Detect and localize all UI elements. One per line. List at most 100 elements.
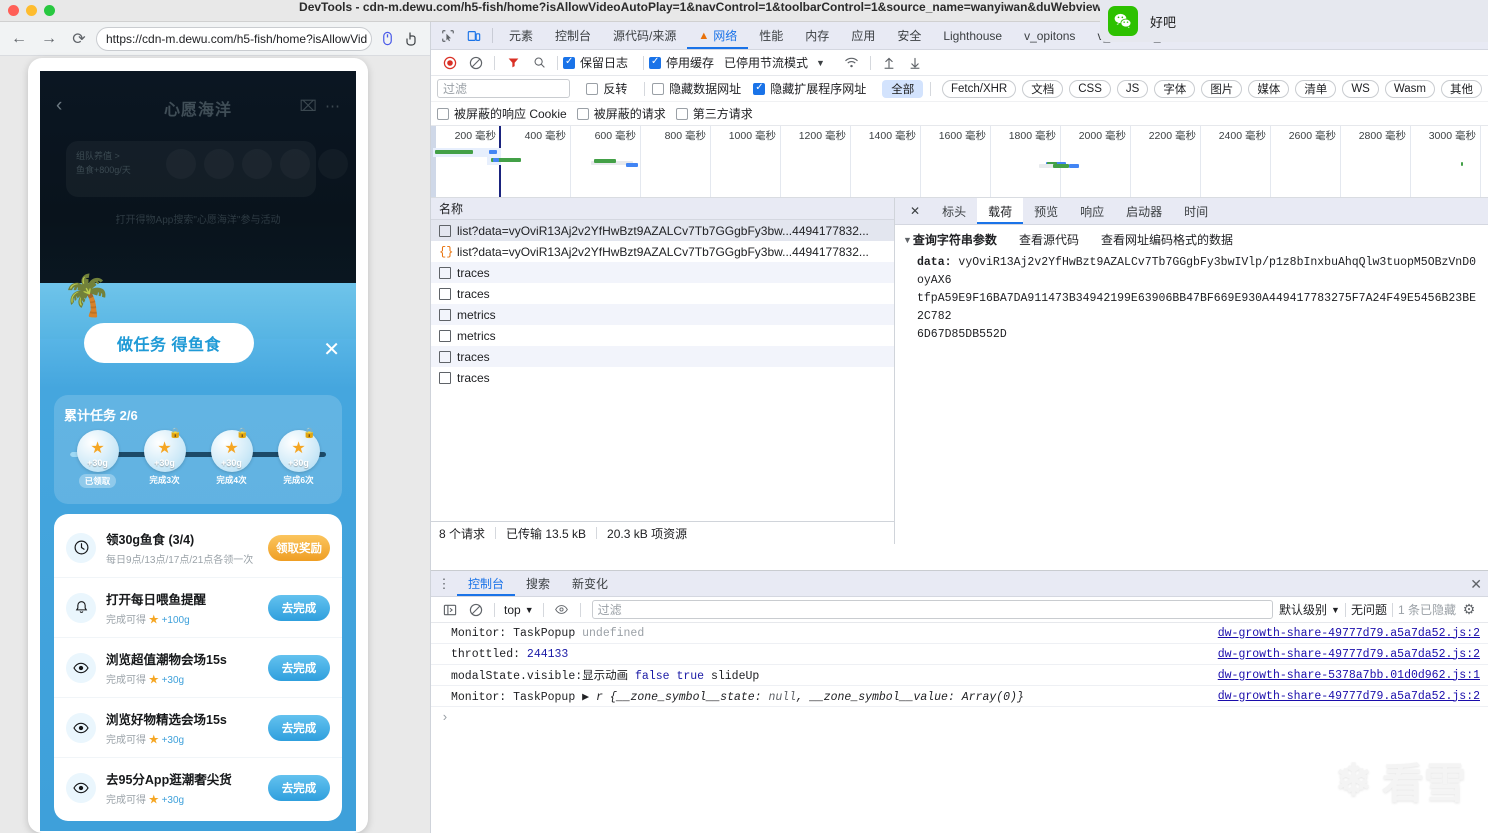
query-string-section-header[interactable]: ▼ 查询字符串参数 查看源代码 查看网址编码格式的数据 [895, 231, 1488, 248]
type-filter-fetch-xhr[interactable]: Fetch/XHR [941, 79, 1017, 98]
go-complete-button[interactable]: 去完成 [268, 714, 330, 741]
type-filter-doc[interactable]: 文档 [1022, 79, 1064, 98]
filter-icon[interactable] [500, 52, 526, 74]
console-source-link[interactable]: dw-growth-share-49777d79.a5a7da52.js:2 [1218, 648, 1488, 661]
record-icon[interactable] [437, 52, 463, 74]
type-filter-wasm[interactable]: Wasm [1384, 79, 1435, 98]
checkbox[interactable] [675, 107, 688, 120]
export-har-icon[interactable] [902, 52, 928, 74]
close-icon[interactable]: ✕ [323, 337, 340, 362]
disable-cache-checkbox[interactable]: 停用缓存 [649, 54, 724, 71]
type-filter-all[interactable]: 全部 [882, 79, 924, 98]
table-row[interactable]: traces [431, 262, 894, 283]
table-row[interactable]: traces [431, 346, 894, 367]
progress-node[interactable]: 🔒 ★ +30g 完成6次 [270, 428, 328, 488]
table-row[interactable]: list?data=vyOviR13Aj2v2YfHwBzt9AZALCv7Tb… [431, 220, 894, 241]
console-filter-input[interactable]: 过滤 [591, 600, 1274, 619]
drawer-tab-console[interactable]: 控制台 [457, 571, 515, 596]
tab-response[interactable]: 响应 [1069, 198, 1115, 224]
requests-column-header[interactable]: 名称 [431, 198, 894, 220]
view-source-link[interactable]: 查看源代码 [1019, 231, 1079, 248]
console-level-selector[interactable]: 默认级别 ▼ [1279, 601, 1340, 618]
tab-network[interactable]: ▲ 网络 [687, 22, 748, 49]
table-row[interactable]: traces [431, 367, 894, 388]
type-filter-css[interactable]: CSS [1069, 79, 1111, 98]
wechat-popup[interactable]: 好吧 [1100, 0, 1488, 42]
view-urlencoded-link[interactable]: 查看网址编码格式的数据 [1101, 231, 1233, 248]
tab-security[interactable]: 安全 [886, 22, 932, 49]
tab-initiator[interactable]: 启动器 [1115, 198, 1173, 224]
console-source-link[interactable]: dw-growth-share-5378a7bb.01d0d962.js:1 [1218, 669, 1488, 682]
console-context-selector[interactable]: top ▼ [500, 603, 538, 617]
close-drawer-icon[interactable]: ✕ [1470, 576, 1482, 593]
type-filter-js[interactable]: JS [1116, 79, 1149, 98]
checkbox[interactable] [576, 107, 589, 120]
back-icon[interactable]: ← [6, 26, 32, 52]
list-item[interactable]: 领30g鱼食 (3/4) 每日9点/13点/17点/21点各领一次 领取奖励 [54, 518, 342, 578]
go-complete-button[interactable]: 去完成 [268, 654, 330, 681]
tab-v-opitons[interactable]: v_opitons [1013, 22, 1086, 49]
checkbox[interactable] [649, 56, 662, 69]
live-expression-icon[interactable] [549, 599, 575, 621]
tab-elements[interactable]: 元素 [498, 22, 544, 49]
cursor-icon[interactable] [402, 28, 424, 50]
hero-more-icon[interactable]: ⌧ ⋯ [300, 97, 342, 115]
tab-memory[interactable]: 内存 [794, 22, 840, 49]
progress-node[interactable]: 🔒 ★ +30g 完成3次 [136, 428, 194, 488]
network-conditions-icon[interactable] [839, 52, 865, 74]
table-row[interactable]: traces [431, 283, 894, 304]
type-filter-other[interactable]: 其他 [1441, 79, 1482, 98]
console-message[interactable]: throttled: 244133 dw-growth-share-49777d… [431, 644, 1488, 665]
tab-sources[interactable]: 源代码/来源 [602, 22, 687, 49]
tab-timing[interactable]: 时间 [1173, 198, 1219, 224]
gear-icon[interactable]: ⚙ [1456, 599, 1482, 621]
console-prompt[interactable]: › [431, 707, 1488, 728]
tab-preview[interactable]: 预览 [1023, 198, 1069, 224]
forward-icon[interactable]: → [36, 26, 62, 52]
progress-node[interactable]: 🔒 ★ +30g 完成4次 [203, 428, 261, 488]
checkbox[interactable] [753, 82, 766, 95]
expand-arrow-icon[interactable]: ▶ [582, 691, 596, 704]
console-message[interactable]: modalState.visible:显示动画 false true slide… [431, 665, 1488, 686]
chevron-down-icon[interactable]: ▼ [816, 58, 825, 68]
go-complete-button[interactable]: 去完成 [268, 594, 330, 621]
inspect-icon[interactable] [435, 22, 461, 49]
network-timeline-overview[interactable]: 200 毫秒 400 毫秒 600 毫秒 800 毫秒 1000 毫秒 1200… [431, 126, 1488, 198]
more-options-icon[interactable]: ⋮ [431, 571, 457, 596]
type-filter-media[interactable]: 媒体 [1248, 79, 1290, 98]
reload-icon[interactable]: ⟳ [66, 26, 92, 52]
list-item[interactable]: 浏览超值潮物会场15s 完成可得 ★ +30g 去完成 [54, 638, 342, 698]
tab-headers[interactable]: 标头 [931, 198, 977, 224]
type-filter-img[interactable]: 图片 [1201, 79, 1243, 98]
network-filter-input[interactable]: 过滤 [437, 79, 571, 98]
search-icon[interactable] [526, 52, 552, 74]
tab-lighthouse[interactable]: Lighthouse [932, 22, 1013, 49]
tab-performance[interactable]: 性能 [748, 22, 794, 49]
address-bar[interactable]: https://cdn-m.dewu.com/h5-fish/home?isAl… [96, 26, 372, 51]
drawer-tab-changes[interactable]: 新变化 [561, 571, 619, 596]
console-message[interactable]: Monitor: TaskPopup ▶ r {__zone_symbol__s… [431, 686, 1488, 707]
clear-icon[interactable] [463, 52, 489, 74]
tab-application[interactable]: 应用 [840, 22, 886, 49]
claim-reward-button[interactable]: 领取奖励 [268, 534, 330, 561]
preserve-log-checkbox[interactable]: 保留日志 [563, 54, 638, 71]
hero-team-card[interactable]: 组队养值 > 鱼食+800g/天 [66, 141, 316, 197]
console-message[interactable]: Monitor: TaskPopup undefined dw-growth-s… [431, 623, 1488, 644]
type-filter-manifest[interactable]: 清单 [1295, 79, 1337, 98]
type-filter-font[interactable]: 字体 [1154, 79, 1196, 98]
hide-data-urls-checkbox[interactable]: 隐藏数据网址 [652, 80, 751, 97]
table-row[interactable]: {} list?data=vyOviR13Aj2v2YfHwBzt9AZALCv… [431, 241, 894, 262]
table-row[interactable]: metrics [431, 304, 894, 325]
list-item[interactable]: 去95分App逛潮奢尖货 完成可得 ★ +30g 去完成 [54, 758, 342, 817]
go-complete-button[interactable]: 去完成 [268, 774, 330, 801]
drawer-tab-search[interactable]: 搜索 [515, 571, 561, 596]
checkbox[interactable] [563, 56, 575, 69]
throttling-dropdown[interactable]: 已停用节流模式 ▼ [724, 54, 825, 71]
timeline-left-handle[interactable] [431, 126, 436, 197]
hide-extension-urls-checkbox[interactable]: 隐藏扩展程序网址 [753, 80, 876, 97]
mouse-icon[interactable] [376, 28, 398, 50]
console-source-link[interactable]: dw-growth-share-49777d79.a5a7da52.js:2 [1218, 690, 1488, 703]
list-item[interactable]: 打开每日喂鱼提醒 完成可得 ★ +100g 去完成 [54, 578, 342, 638]
checkbox[interactable] [437, 107, 449, 120]
clear-console-icon[interactable] [463, 599, 489, 621]
